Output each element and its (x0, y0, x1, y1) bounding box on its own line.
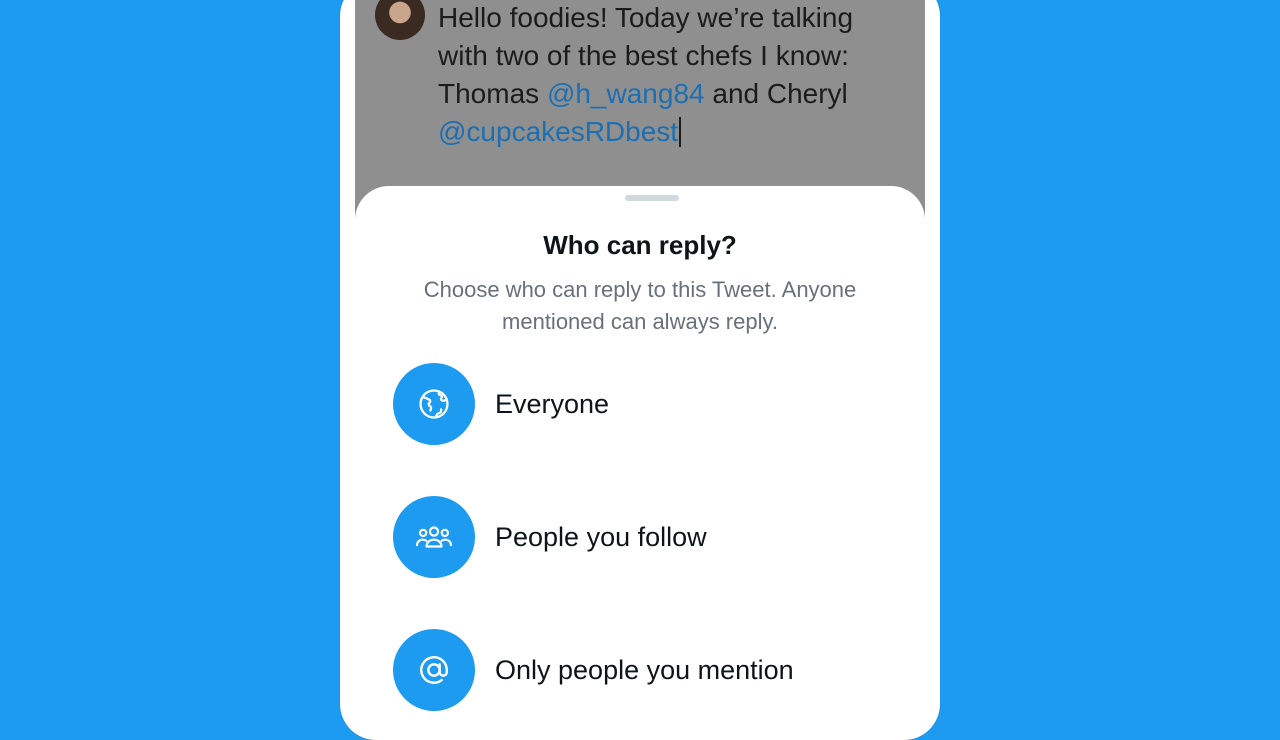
sheet-subtitle-line: Choose who can reply to this Tweet. Anyo… (423, 277, 857, 302)
text-cursor (679, 117, 682, 147)
tweet-text-segment: and Cheryl (704, 78, 848, 109)
mention-link[interactable]: @h_wang84 (547, 78, 705, 109)
option-label: People you follow (495, 521, 707, 552)
people-icon (393, 496, 475, 578)
option-everyone[interactable]: Everyone (393, 362, 913, 446)
sheet-subtitle-line: mentioned can always reply. (502, 309, 778, 334)
avatar (375, 0, 425, 40)
option-people-you-follow[interactable]: People you follow (393, 495, 913, 579)
option-label: Everyone (495, 388, 610, 419)
option-only-mentioned[interactable]: Only people you mention (393, 628, 913, 712)
phone-frame: Hello foodies! Today we’re talking with … (340, 0, 940, 740)
sheet-title: Who can reply? (543, 230, 737, 260)
tweet-line: @cupcakesRDbest (438, 113, 898, 151)
compose-screen: Hello foodies! Today we’re talking with … (355, 0, 925, 740)
globe-icon (393, 363, 475, 445)
tweet-line: Thomas @h_wang84 and Cheryl (438, 75, 898, 113)
option-label: Only people you mention (495, 654, 794, 685)
tweet-line: with two of the best chefs I know: (438, 40, 849, 71)
sheet-subtitle: Choose who can reply to this Tweet. Anyo… (395, 274, 885, 338)
mention-link[interactable]: @cupcakesRDbest (438, 116, 678, 147)
at-icon (393, 629, 475, 711)
reply-settings-sheet: Who can reply? Choose who can reply to t… (355, 186, 925, 740)
drag-handle[interactable] (625, 195, 679, 201)
tweet-line: Hello foodies! Today we’re talking (438, 2, 854, 33)
tweet-text-segment: Thomas (438, 78, 547, 109)
tweet-compose-text[interactable]: Hello foodies! Today we’re talking with … (438, 0, 898, 151)
